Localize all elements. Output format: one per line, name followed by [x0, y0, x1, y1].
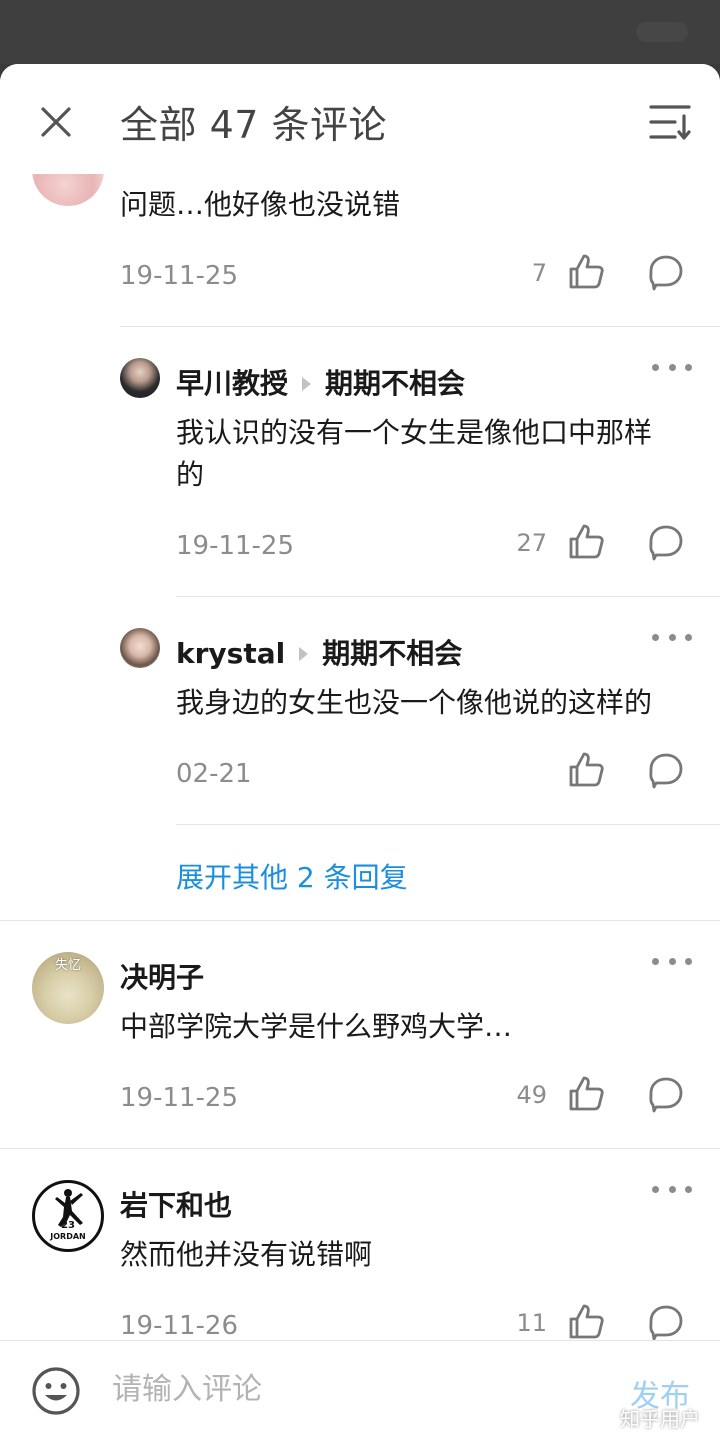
close-icon — [41, 107, 71, 137]
comment-text: 我认识的没有一个女生是像他口中那样 — [176, 416, 653, 449]
comment-input-bar: 发布 知乎用户 — [0, 1340, 720, 1436]
sort-button[interactable] — [648, 100, 694, 144]
emoji-icon — [32, 1367, 80, 1415]
reply-button[interactable] — [646, 1302, 686, 1342]
avatar[interactable]: 23 JORDAN — [32, 1180, 104, 1252]
author-name[interactable]: krystal — [176, 637, 285, 670]
avatar[interactable] — [120, 628, 160, 668]
comment-date: 19-11-25 — [120, 1083, 239, 1113]
reply-arrow-icon — [299, 646, 309, 661]
divider — [176, 824, 720, 825]
page-title: 全部 47 条评论 — [120, 103, 388, 147]
like-button[interactable] — [566, 252, 606, 292]
comment-text: 然而他并没有说错啊 — [120, 1238, 373, 1271]
watermark: 知乎用户 — [620, 1407, 700, 1431]
comment-date: 19-11-25 — [120, 261, 239, 291]
avatar-badge: JORDAN — [50, 1232, 86, 1241]
comment-bubble-icon — [649, 255, 683, 291]
author-name[interactable]: 决明子 — [120, 956, 204, 996]
reply-button[interactable] — [646, 522, 686, 562]
comment-bubble-icon — [649, 525, 683, 561]
status-indicator — [636, 22, 688, 42]
reply-to-name[interactable]: 期期不相会 — [322, 637, 462, 670]
sort-icon — [649, 105, 691, 140]
thumbs-up-icon — [569, 524, 604, 559]
like-count: 49 — [516, 1081, 547, 1109]
comment-author: 早川教授 期期不相会 — [176, 362, 465, 402]
comment-date: 19-11-26 — [120, 1311, 239, 1341]
divider — [176, 596, 720, 597]
like-button[interactable] — [566, 1302, 606, 1342]
avatar-number: 23 — [61, 1220, 75, 1231]
comments-header: 全部 47 条评论 — [0, 64, 720, 174]
comment-input[interactable] — [112, 1363, 572, 1415]
comment-date: 19-11-25 — [176, 531, 295, 561]
comment-bubble-icon — [649, 753, 683, 789]
divider — [0, 1148, 720, 1149]
comment-text: 问题…他好像也没说错 — [120, 188, 401, 221]
more-options-button[interactable] — [652, 1179, 692, 1199]
more-options-button[interactable] — [652, 951, 692, 971]
comment-bubble-icon — [649, 1305, 683, 1341]
like-count: 7 — [531, 259, 547, 287]
avatar-badge: 失忆 — [54, 958, 81, 973]
thumbs-up-icon — [569, 1076, 604, 1111]
divider — [120, 326, 720, 327]
like-button[interactable] — [566, 1074, 606, 1114]
author-name[interactable]: 早川教授 — [176, 367, 288, 400]
like-count: 27 — [516, 529, 547, 557]
like-button[interactable] — [566, 522, 606, 562]
avatar[interactable]: 失忆 — [32, 952, 104, 1024]
comment-text: 的 — [176, 458, 205, 491]
comment-bubble-icon — [649, 1077, 683, 1113]
reply-button[interactable] — [646, 252, 686, 292]
more-options-button[interactable] — [652, 627, 692, 647]
thumbs-up-icon — [569, 752, 604, 787]
comment-text: 我身边的女生也没一个像他说的这样的 — [176, 686, 653, 719]
reply-to-name[interactable]: 期期不相会 — [325, 367, 465, 400]
reply-button[interactable] — [646, 750, 686, 790]
thumbs-up-icon — [569, 1304, 604, 1339]
avatar[interactable] — [120, 358, 160, 398]
reply-button[interactable] — [646, 1074, 686, 1114]
comment-author: krystal 期期不相会 — [176, 632, 462, 672]
thumbs-up-icon — [569, 254, 604, 289]
like-button[interactable] — [566, 750, 606, 790]
emoji-button[interactable] — [30, 1365, 82, 1417]
reply-arrow-icon — [302, 376, 312, 391]
more-options-button[interactable] — [652, 357, 692, 377]
author-name[interactable]: 岩下和也 — [120, 1184, 232, 1224]
like-count: 11 — [516, 1309, 547, 1337]
comments-sheet: 全部 47 条评论 问题…他好像也没说错 19-11-25 7 早川教授期期不相… — [0, 64, 720, 1436]
comment-text: 中部学院大学是什么野鸡大学… — [120, 1010, 513, 1043]
divider — [0, 920, 720, 921]
close-button[interactable] — [34, 100, 78, 144]
status-bar — [0, 0, 720, 64]
expand-replies-link[interactable]: 展开其他 2 条回复 — [176, 856, 408, 896]
comment-date: 02-21 — [176, 759, 252, 789]
